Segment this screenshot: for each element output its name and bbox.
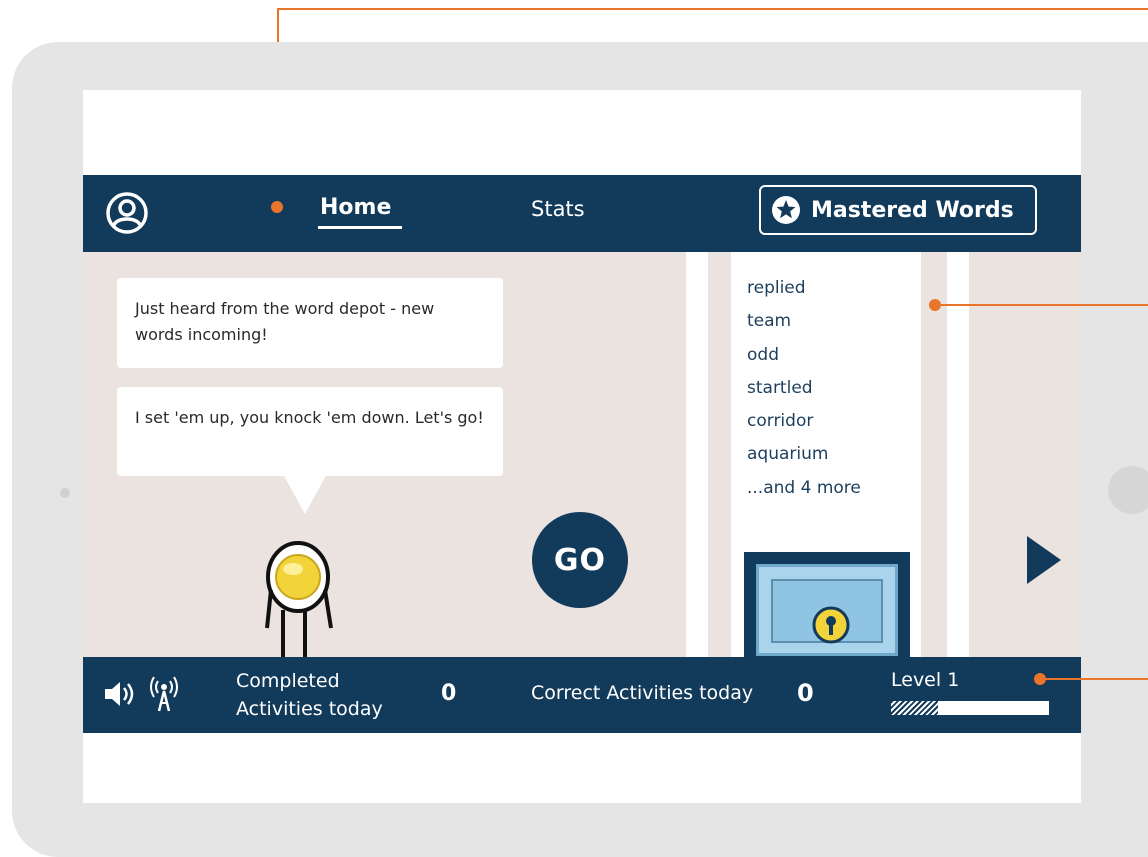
panel-stripe [686,252,708,657]
mastered-words-label: Mastered Words [811,197,1014,223]
word-item: replied [747,278,806,298]
completed-activities-value: 0 [441,681,457,706]
correct-activities-value: 0 [797,679,814,707]
speech-bubble-tail [283,474,327,514]
word-item: aquarium [747,444,829,465]
correct-activities-label: Correct Activities today [531,682,754,704]
tab-home[interactable]: Home [320,195,391,220]
word-more-link[interactable]: ...and 4 more [747,472,861,505]
word-list: replied team odd startled corridor aquar… [747,272,861,505]
completed-activities-label: Completed Activities today [236,670,383,720]
lock-frame [756,564,898,656]
active-tab-indicator [318,226,402,229]
level-progress-bar [891,701,1049,715]
annotation-line [935,304,1148,306]
word-item: odd [747,344,779,365]
tablet-camera [60,488,70,498]
keyhole-icon [812,606,850,644]
antenna-icon[interactable] [149,675,179,713]
level-label: Level 1 [891,669,960,691]
annotation-line [277,8,1148,10]
word-item: corridor [747,411,814,432]
character-mascot [265,541,333,662]
level-progress-fill [891,701,939,715]
annotation-dot [271,201,283,213]
speech-bubble: I set 'em up, you knock 'em down. Let's … [117,387,503,476]
word-item: team [747,311,792,332]
star-icon [772,196,800,224]
speech-bubble: Just heard from the word depot - new wor… [117,278,503,368]
word-item: startled [747,377,813,398]
tab-stats[interactable]: Stats [531,197,585,221]
tablet-home-button [1108,466,1148,514]
bubble-text: I set 'em up, you knock 'em down. Let's … [135,408,484,427]
bottom-status-bar: Completed Activities today 0 Correct Act… [83,657,1081,733]
locked-word-box[interactable] [744,552,910,657]
annotation-line [1040,678,1148,680]
mastered-words-button[interactable]: Mastered Words [759,185,1037,235]
panel-stripe [947,252,969,657]
speaker-icon[interactable] [103,679,139,709]
next-arrow-icon[interactable] [1027,536,1061,584]
profile-icon[interactable] [105,191,149,235]
go-button[interactable]: GO [532,512,628,608]
app-screen: Home Stats Mastered Words Just heard fro… [83,90,1081,803]
main-area: Just heard from the word depot - new wor… [83,252,1081,662]
bubble-text: Just heard from the word depot - new wor… [135,299,435,344]
top-navigation: Home Stats Mastered Words [83,175,1081,252]
